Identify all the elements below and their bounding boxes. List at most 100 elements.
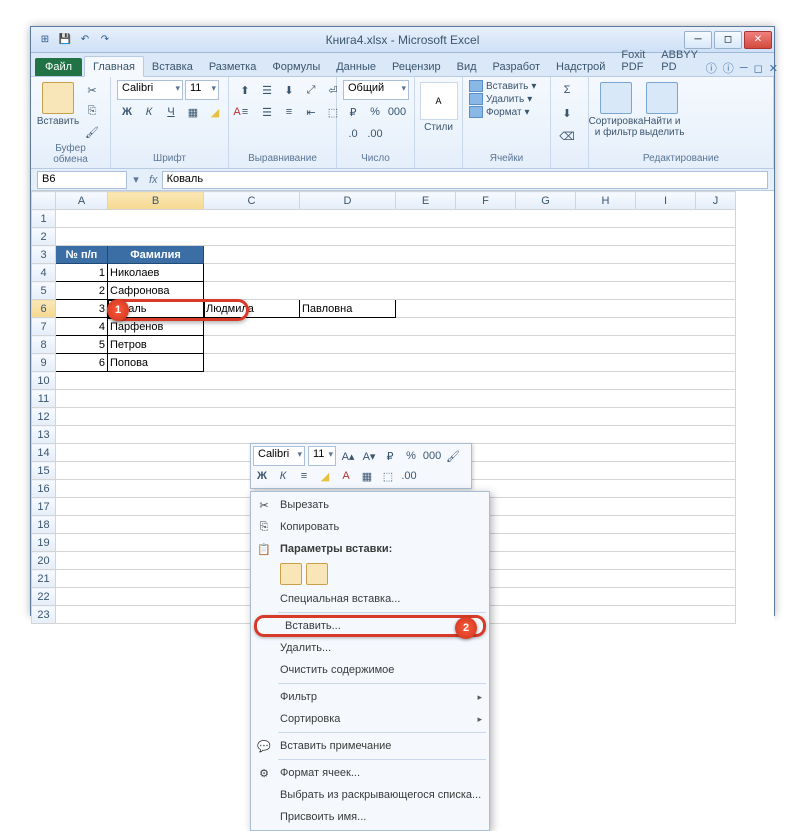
row-header[interactable]: 2 bbox=[32, 228, 56, 246]
row-header[interactable]: 13 bbox=[32, 426, 56, 444]
row-header[interactable]: 10 bbox=[32, 372, 56, 390]
data-cell[interactable]: 4 bbox=[56, 318, 108, 336]
font-size-combo[interactable]: 11 bbox=[185, 80, 219, 100]
clear-icon[interactable]: ⌫ bbox=[557, 126, 577, 146]
workbook-min-icon[interactable]: ─ bbox=[740, 62, 748, 74]
mini-percent-icon[interactable]: % bbox=[402, 447, 420, 465]
copy-icon[interactable]: ⎘ bbox=[82, 101, 102, 121]
col-header[interactable]: F bbox=[456, 192, 516, 210]
row-header[interactable]: 11 bbox=[32, 390, 56, 408]
worksheet-grid[interactable]: A B C D E F G H I J 1 2 3№ п/пФамилия 41… bbox=[31, 191, 774, 624]
autosum-icon[interactable]: Σ bbox=[557, 80, 577, 100]
fill-icon[interactable]: ⬇ bbox=[557, 103, 577, 123]
format-painter-icon[interactable]: 🖌 bbox=[82, 122, 102, 142]
tab-addins[interactable]: Надстрой bbox=[548, 57, 613, 76]
workbook-close-icon[interactable]: ✕ bbox=[769, 62, 778, 75]
name-box[interactable]: B6 bbox=[37, 171, 127, 189]
sort-filter-button[interactable]: Сортировка и фильтр bbox=[595, 80, 637, 140]
row-header[interactable]: 20 bbox=[32, 552, 56, 570]
col-header[interactable]: E bbox=[396, 192, 456, 210]
save-icon[interactable]: 💾 bbox=[57, 32, 73, 48]
row-header[interactable]: 16 bbox=[32, 480, 56, 498]
data-cell[interactable]: 3 bbox=[56, 300, 108, 318]
col-header[interactable]: D bbox=[300, 192, 396, 210]
paste-option-1[interactable] bbox=[280, 563, 302, 585]
tab-review[interactable]: Рецензир bbox=[384, 57, 449, 76]
ctx-sort[interactable]: Сортировка bbox=[252, 708, 488, 730]
row-header[interactable]: 9 bbox=[32, 354, 56, 372]
mini-shrink-icon[interactable]: A▾ bbox=[360, 447, 378, 465]
ctx-cut[interactable]: ✂Вырезать bbox=[252, 494, 488, 516]
maximize-button[interactable]: ◻ bbox=[714, 31, 742, 49]
cells-insert-button[interactable]: Вставить ▾ bbox=[469, 80, 536, 92]
mini-grow-icon[interactable]: A▴ bbox=[339, 447, 357, 465]
row-header[interactable]: 12 bbox=[32, 408, 56, 426]
ctx-insert[interactable]: Вставить... 2 bbox=[254, 615, 486, 637]
cells-format-button[interactable]: Формат ▾ bbox=[469, 106, 530, 118]
align-center-icon[interactable]: ☰ bbox=[257, 102, 277, 122]
italic-button[interactable]: К bbox=[139, 102, 159, 122]
ctx-paste-special[interactable]: Специальная вставка... bbox=[252, 588, 488, 610]
data-cell[interactable]: 1 bbox=[56, 264, 108, 282]
paste-button[interactable]: Вставить bbox=[37, 80, 79, 129]
orientation-icon[interactable]: ⤢ bbox=[301, 80, 321, 100]
mini-size-combo[interactable]: 11 bbox=[308, 446, 336, 466]
ctx-delete[interactable]: Удалить... bbox=[252, 637, 488, 659]
tab-insert[interactable]: Вставка bbox=[144, 57, 201, 76]
paste-option-2[interactable] bbox=[306, 563, 328, 585]
fx-icon[interactable]: fx bbox=[145, 174, 162, 186]
file-tab[interactable]: Файл bbox=[35, 58, 82, 76]
bold-button[interactable]: Ж bbox=[117, 102, 137, 122]
font-name-combo[interactable]: Calibri bbox=[117, 80, 183, 100]
row-header[interactable]: 1 bbox=[32, 210, 56, 228]
comma-icon[interactable]: 000 bbox=[387, 102, 407, 122]
mini-comma-icon[interactable]: 000 bbox=[423, 447, 441, 465]
tab-abbyy[interactable]: ABBYY PD bbox=[653, 45, 706, 76]
mini-italic-icon[interactable]: К bbox=[274, 467, 292, 485]
select-all-corner[interactable] bbox=[32, 192, 56, 210]
ctx-comment[interactable]: 💬Вставить примечание bbox=[252, 735, 488, 757]
data-header[interactable]: № п/п bbox=[56, 246, 108, 264]
namebox-dropdown-icon[interactable]: ▾ bbox=[127, 173, 145, 186]
col-header[interactable]: A bbox=[56, 192, 108, 210]
ctx-filter[interactable]: Фильтр bbox=[252, 686, 488, 708]
indent-dec-icon[interactable]: ⇤ bbox=[301, 102, 321, 122]
mini-fill-icon[interactable]: ◢ bbox=[316, 467, 334, 485]
row-header[interactable]: 23 bbox=[32, 606, 56, 624]
mini-bold-icon[interactable]: Ж bbox=[253, 467, 271, 485]
close-button[interactable]: ✕ bbox=[744, 31, 772, 49]
cut-icon[interactable]: ✂ bbox=[82, 80, 102, 100]
row-header[interactable]: 17 bbox=[32, 498, 56, 516]
undo-icon[interactable]: ↶ bbox=[77, 32, 93, 48]
row-header[interactable]: 4 bbox=[32, 264, 56, 282]
row-header[interactable]: 21 bbox=[32, 570, 56, 588]
tab-view[interactable]: Вид bbox=[449, 57, 485, 76]
row-header[interactable]: 19 bbox=[32, 534, 56, 552]
tab-dev[interactable]: Разработ bbox=[485, 57, 548, 76]
ctx-define-name[interactable]: Присвоить имя... bbox=[252, 806, 488, 828]
ribbon-min-icon[interactable]: ⓘ bbox=[706, 60, 717, 76]
align-right-icon[interactable]: ≡ bbox=[279, 102, 299, 122]
row-header[interactable]: 8 bbox=[32, 336, 56, 354]
align-left-icon[interactable]: ≡ bbox=[235, 102, 255, 122]
cells-delete-button[interactable]: Удалить ▾ bbox=[469, 93, 532, 105]
row-header[interactable]: 14 bbox=[32, 444, 56, 462]
mini-font-combo[interactable]: Calibri bbox=[253, 446, 305, 466]
data-cell[interactable]: Петров bbox=[108, 336, 204, 354]
find-select-button[interactable]: Найти и выделить bbox=[641, 80, 683, 140]
redo-icon[interactable]: ↷ bbox=[97, 32, 113, 48]
col-header[interactable]: C bbox=[204, 192, 300, 210]
mini-format-painter-icon[interactable]: 🖌 bbox=[444, 447, 462, 465]
data-cell[interactable]: Николаев bbox=[108, 264, 204, 282]
mini-currency-icon[interactable]: ₽ bbox=[381, 447, 399, 465]
align-top-icon[interactable]: ⬆ bbox=[235, 80, 255, 100]
tab-foxit[interactable]: Foxit PDF bbox=[613, 45, 653, 76]
mini-fontcolor-icon[interactable]: A bbox=[337, 467, 355, 485]
col-header[interactable]: B bbox=[108, 192, 204, 210]
formula-bar[interactable]: Коваль bbox=[162, 171, 768, 189]
data-cell[interactable]: 6 bbox=[56, 354, 108, 372]
mini-decimals-icon[interactable]: .00 bbox=[400, 467, 418, 485]
help-icon[interactable]: ⓘ bbox=[723, 60, 734, 76]
align-middle-icon[interactable]: ☰ bbox=[257, 80, 277, 100]
col-header[interactable]: H bbox=[576, 192, 636, 210]
